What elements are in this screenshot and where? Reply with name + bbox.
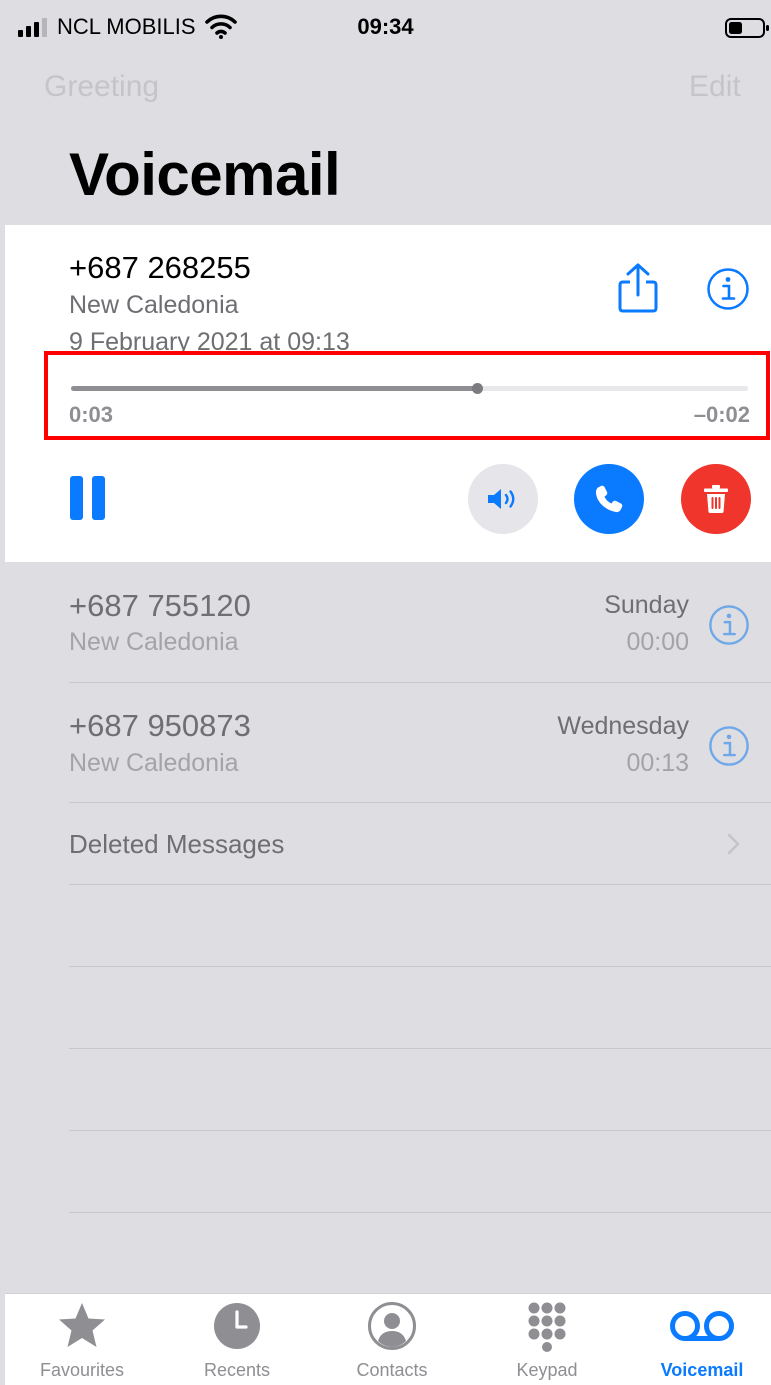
tab-keypad[interactable]: Keypad (472, 1300, 622, 1381)
star-icon (59, 1303, 105, 1347)
voicemail-date: 9 February 2021 at 09:13 (69, 328, 350, 353)
clock-icon (214, 1303, 260, 1349)
row-separator (69, 1048, 771, 1049)
info-icon[interactable] (706, 267, 750, 311)
voicemail-number[interactable]: +687 755120 (69, 588, 251, 624)
row-separator (69, 1212, 771, 1213)
call-back-button[interactable] (574, 464, 644, 534)
pause-icon (70, 476, 83, 520)
greeting-button[interactable]: Greeting (44, 70, 159, 104)
highlight-box (44, 351, 770, 440)
info-icon[interactable] (708, 604, 750, 646)
tab-voicemail[interactable]: Voicemail (627, 1300, 771, 1381)
tab-recents[interactable]: Recents (162, 1300, 312, 1381)
row-separator (69, 802, 771, 803)
voicemail-location: New Caledonia (69, 749, 239, 777)
share-icon[interactable] (615, 262, 661, 314)
caller-location: New Caledonia (69, 291, 239, 319)
deleted-messages-row[interactable]: Deleted Messages (69, 829, 284, 860)
voicemail-number[interactable]: +687 950873 (69, 708, 251, 744)
voicemail-icon (670, 1311, 734, 1341)
page-title: Voicemail (69, 141, 341, 208)
tab-favourites[interactable]: Favourites (7, 1300, 157, 1381)
row-separator (69, 966, 771, 967)
caller-number: +687 268255 (69, 250, 251, 285)
tab-contacts[interactable]: Contacts (317, 1300, 467, 1381)
delete-button[interactable] (681, 464, 751, 534)
person-circle-icon (368, 1302, 416, 1350)
voicemail-day: Sunday (604, 591, 689, 619)
status-bar: NCL MOBILIS 09:34 (0, 0, 771, 56)
voicemail-location: New Caledonia (69, 628, 239, 656)
voicemail-day: Wednesday (557, 712, 689, 740)
keypad-icon (528, 1302, 566, 1352)
row-separator (69, 884, 771, 885)
phone-icon (595, 485, 623, 513)
voicemail-time: 00:00 (626, 628, 689, 656)
battery-icon (725, 18, 769, 38)
row-separator (69, 1130, 771, 1131)
row-separator (69, 682, 771, 683)
info-icon[interactable] (708, 725, 750, 767)
speaker-button[interactable] (468, 464, 538, 534)
trash-icon (704, 485, 728, 513)
pause-button[interactable] (70, 476, 106, 520)
chevron-right-icon (727, 833, 740, 855)
status-time: 09:34 (357, 14, 414, 39)
speaker-icon (488, 489, 515, 509)
voicemail-time: 00:13 (626, 749, 689, 777)
edit-button[interactable]: Edit (689, 70, 741, 104)
